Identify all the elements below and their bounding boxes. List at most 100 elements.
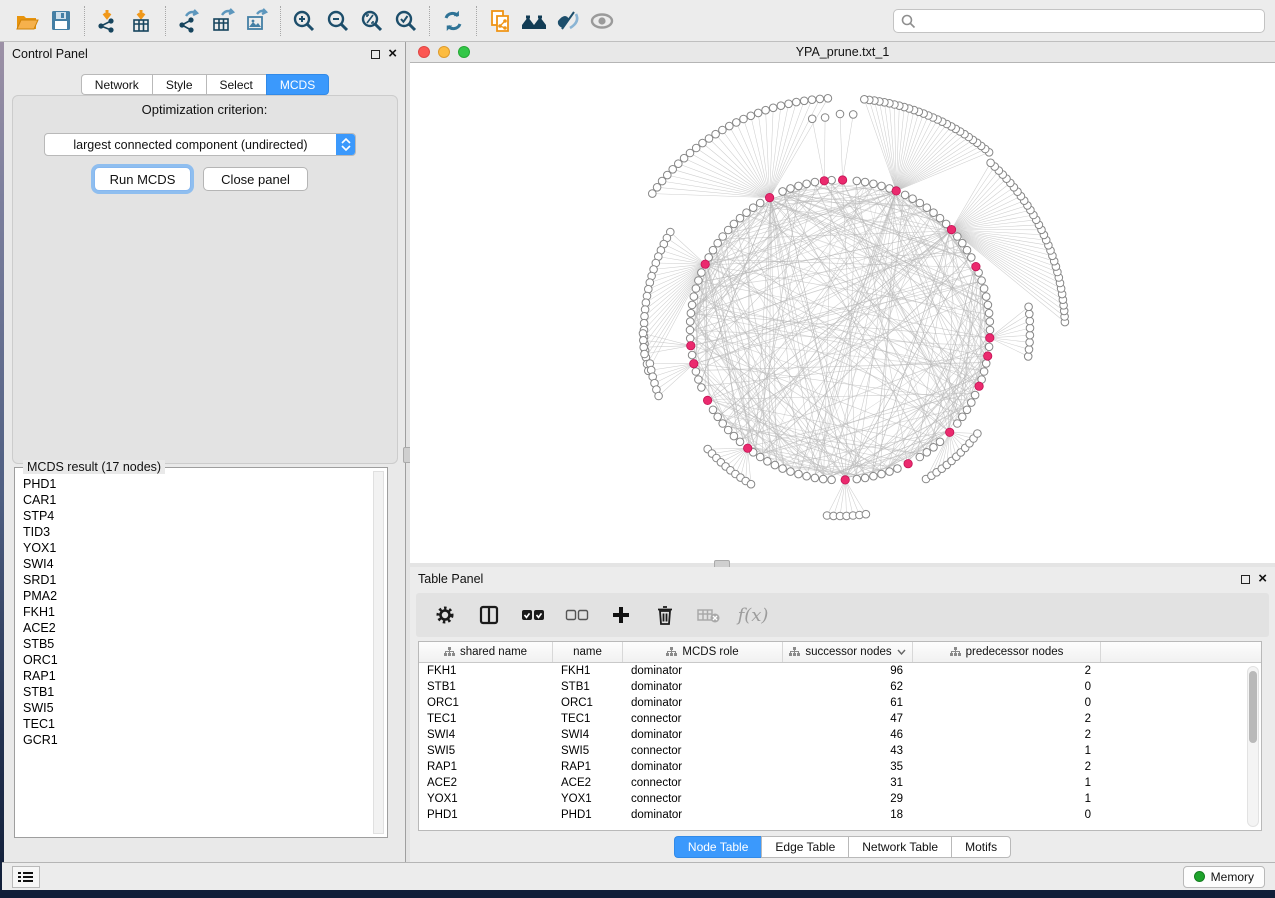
mcds-list-scrollbar[interactable]: [373, 471, 384, 834]
table-row[interactable]: FKH1FKH1dominator962: [419, 663, 1261, 679]
function-builder-icon-disabled: f(x): [738, 600, 768, 630]
cell-MCDS-role: dominator: [623, 665, 783, 677]
delete-column-icon[interactable]: [650, 600, 680, 630]
network-window-titlebar[interactable]: YPA_prune.txt_1: [410, 42, 1275, 63]
cell-predecessor-nodes: 1: [913, 793, 1101, 805]
search-input[interactable]: [916, 14, 1258, 28]
column-header-MCDS-role[interactable]: MCDS role: [623, 642, 783, 662]
cell-shared-name: YOX1: [419, 793, 553, 805]
mcds-result-item[interactable]: CAR1: [19, 492, 371, 508]
tab-select[interactable]: Select: [206, 74, 266, 95]
show-columns-icon[interactable]: [474, 600, 504, 630]
mcds-result-item[interactable]: ACE2: [19, 620, 371, 636]
tab-network-table[interactable]: Network Table: [848, 836, 951, 858]
run-mcds-button[interactable]: Run MCDS: [94, 167, 191, 191]
table-row[interactable]: YOX1YOX1connector291: [419, 791, 1261, 807]
table-row[interactable]: SWI5SWI5connector431: [419, 743, 1261, 759]
cell-name: STB1: [553, 681, 623, 693]
open-file-icon[interactable]: [10, 5, 44, 37]
memory-button[interactable]: Memory: [1183, 866, 1265, 888]
cell-predecessor-nodes: 0: [913, 809, 1101, 821]
mcds-result-item[interactable]: STB1: [19, 684, 371, 700]
mcds-result-item[interactable]: SRD1: [19, 572, 371, 588]
task-manager-button[interactable]: [12, 866, 40, 888]
share-document-icon[interactable]: [483, 5, 517, 37]
mcds-result-item[interactable]: RAP1: [19, 668, 371, 684]
search-box[interactable]: [893, 9, 1265, 33]
mcds-result-item[interactable]: STB5: [19, 636, 371, 652]
column-header-predecessor-nodes[interactable]: predecessor nodes: [913, 642, 1101, 662]
show-graphics-details-icon[interactable]: [585, 5, 619, 37]
selected-criterion: largest connected component (undirected): [45, 138, 336, 152]
column-header-successor-nodes[interactable]: successor nodes: [783, 642, 913, 662]
delete-table-icon-disabled: [694, 600, 724, 630]
create-column-icon[interactable]: [606, 600, 636, 630]
zoom-in-icon[interactable]: [287, 5, 321, 37]
mcds-result-item[interactable]: TEC1: [19, 716, 371, 732]
cell-name: ACE2: [553, 777, 623, 789]
tab-style[interactable]: Style: [152, 74, 206, 95]
mcds-result-item[interactable]: PHD1: [19, 476, 371, 492]
mcds-result-item[interactable]: SWI4: [19, 556, 371, 572]
mcds-result-item[interactable]: TID3: [19, 524, 371, 540]
network-view-canvas[interactable]: [410, 63, 1275, 563]
float-panel-icon[interactable]: [371, 50, 380, 59]
cell-shared-name: SWI4: [419, 729, 553, 741]
export-image-icon[interactable]: [240, 5, 274, 37]
mcds-result-item[interactable]: YOX1: [19, 540, 371, 556]
table-row[interactable]: SWI4SWI4dominator462: [419, 727, 1261, 743]
save-icon[interactable]: [44, 5, 78, 37]
column-header-name[interactable]: name: [553, 642, 623, 662]
mcds-result-item[interactable]: STP4: [19, 508, 371, 524]
table-settings-icon[interactable]: [430, 600, 460, 630]
table-scrollbar[interactable]: [1247, 666, 1259, 827]
table-row[interactable]: TEC1TEC1connector472: [419, 711, 1261, 727]
mcds-result-item[interactable]: GCR1: [19, 732, 371, 748]
close-panel-icon[interactable]: ×: [388, 49, 397, 59]
close-panel-icon[interactable]: ×: [1258, 574, 1267, 584]
hide-graphics-details-icon[interactable]: [551, 5, 585, 37]
import-network-icon[interactable]: [91, 5, 125, 37]
tab-network[interactable]: Network: [81, 74, 152, 95]
cell-predecessor-nodes: 0: [913, 681, 1101, 693]
tab-node-table[interactable]: Node Table: [674, 836, 762, 858]
tab-mcds[interactable]: MCDS: [266, 74, 329, 95]
toolbar-separator: [84, 6, 85, 36]
export-network-icon[interactable]: [172, 5, 206, 37]
cell-successor-nodes: 18: [783, 809, 913, 821]
table-row[interactable]: PHD1PHD1dominator180: [419, 807, 1261, 823]
tab-motifs[interactable]: Motifs: [951, 836, 1011, 858]
cell-predecessor-nodes: 2: [913, 665, 1101, 677]
float-panel-icon[interactable]: [1241, 575, 1250, 584]
mcds-result-item[interactable]: FKH1: [19, 604, 371, 620]
table-row[interactable]: ACE2ACE2connector311: [419, 775, 1261, 791]
zoom-fit-icon[interactable]: [355, 5, 389, 37]
control-panel: Control Panel × NetworkStyleSelectMCDS O…: [4, 42, 406, 862]
table-panel-tabs: Node TableEdge TableNetwork TableMotifs: [410, 836, 1275, 858]
table-row[interactable]: RAP1RAP1dominator352: [419, 759, 1261, 775]
table-row[interactable]: STB1STB1dominator620: [419, 679, 1261, 695]
cell-name: YOX1: [553, 793, 623, 805]
cell-shared-name: FKH1: [419, 665, 553, 677]
mcds-result-item[interactable]: PMA2: [19, 588, 371, 604]
table-scrollbar-thumb[interactable]: [1249, 671, 1257, 743]
mcds-result-item[interactable]: SWI5: [19, 700, 371, 716]
deselect-all-icon[interactable]: [562, 600, 592, 630]
select-all-icon[interactable]: [518, 600, 548, 630]
import-table-icon[interactable]: [125, 5, 159, 37]
cell-predecessor-nodes: 0: [913, 697, 1101, 709]
close-panel-button[interactable]: Close panel: [203, 167, 308, 191]
export-table-icon[interactable]: [206, 5, 240, 37]
cell-shared-name: ACE2: [419, 777, 553, 789]
zoom-selected-icon[interactable]: [389, 5, 423, 37]
mcds-result-list: PHD1CAR1STP4TID3YOX1SWI4SRD1PMA2FKH1ACE2…: [19, 476, 371, 833]
zoom-out-icon[interactable]: [321, 5, 355, 37]
binoculars-icon[interactable]: [517, 5, 551, 37]
tab-edge-table[interactable]: Edge Table: [761, 836, 848, 858]
mcds-result-group: MCDS result (17 nodes) PHD1CAR1STP4TID3Y…: [14, 467, 388, 838]
table-row[interactable]: ORC1ORC1dominator610: [419, 695, 1261, 711]
column-header-shared-name[interactable]: shared name: [419, 642, 553, 662]
mcds-result-item[interactable]: ORC1: [19, 652, 371, 668]
refresh-icon[interactable]: [436, 5, 470, 37]
optimization-criterion-select[interactable]: largest connected component (undirected): [44, 133, 356, 156]
